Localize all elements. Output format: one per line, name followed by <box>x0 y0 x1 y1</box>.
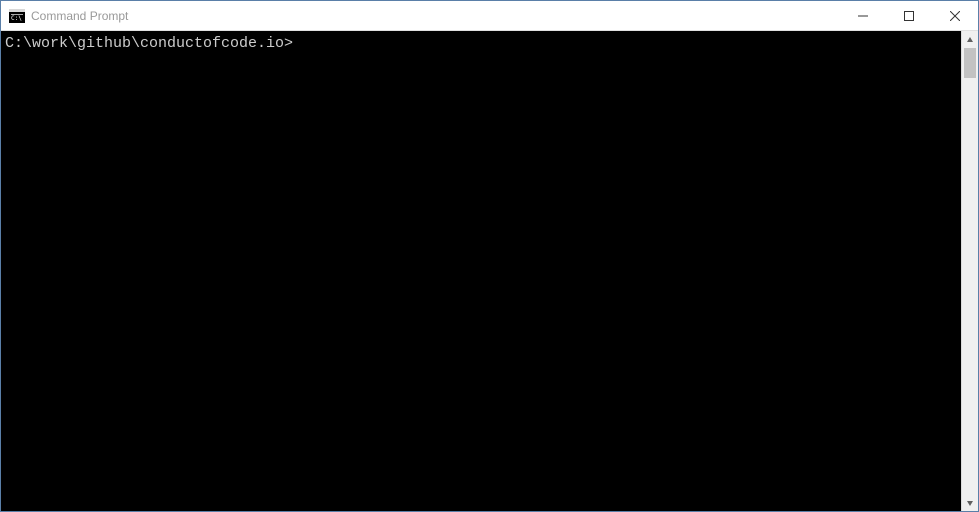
close-button[interactable] <box>932 1 978 30</box>
scroll-down-arrow-icon[interactable] <box>962 494 978 511</box>
minimize-button[interactable] <box>840 1 886 30</box>
window-title: Command Prompt <box>31 9 840 23</box>
scroll-track[interactable] <box>962 48 978 494</box>
scroll-up-arrow-icon[interactable] <box>962 31 978 48</box>
maximize-button[interactable] <box>886 1 932 30</box>
app-icon: C:\ <box>9 8 25 24</box>
terminal[interactable]: C:\work\github\conductofcode.io> <box>1 31 961 511</box>
window-controls <box>840 1 978 30</box>
titlebar[interactable]: C:\ Command Prompt <box>1 1 978 31</box>
vertical-scrollbar[interactable] <box>961 31 978 511</box>
window-frame: C:\ Command Prompt C:\work\github\conduc… <box>0 0 979 512</box>
svg-text:C:\: C:\ <box>11 15 22 22</box>
content-area: C:\work\github\conductofcode.io> <box>1 31 978 511</box>
scroll-thumb[interactable] <box>964 48 976 78</box>
terminal-prompt: C:\work\github\conductofcode.io> <box>5 35 293 52</box>
